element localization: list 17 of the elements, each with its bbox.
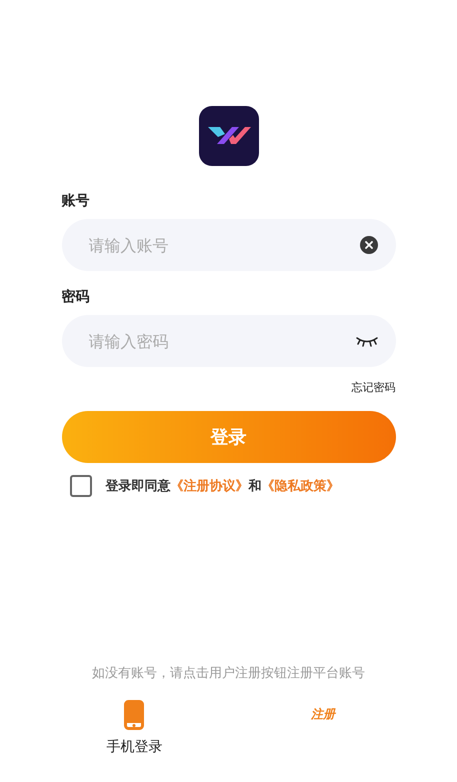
closed-eye-icon[interactable]: [356, 335, 378, 347]
account-field[interactable]: 请输入账号: [62, 219, 396, 271]
login-button[interactable]: 登录: [62, 411, 396, 463]
agreement-text: 登录即同意《注册协议》和《隐私政策》: [106, 478, 340, 495]
phone-login-label[interactable]: 手机登录: [106, 738, 162, 756]
password-field[interactable]: 请输入密码: [62, 315, 396, 367]
app-logo: [198, 106, 258, 166]
forgot-password-link[interactable]: 忘记密码: [352, 380, 396, 395]
phone-icon[interactable]: [124, 700, 144, 730]
password-label: 密码: [62, 288, 90, 306]
register-hint: 如没有账号，请点击用户注册按钮注册平台账号: [92, 665, 365, 682]
clear-icon[interactable]: [360, 236, 378, 254]
account-label: 账号: [62, 192, 90, 210]
agreement-checkbox[interactable]: [70, 475, 92, 497]
privacy-link[interactable]: 《隐私政策》: [262, 479, 340, 494]
terms-link[interactable]: 《注册协议》: [170, 479, 248, 494]
register-button[interactable]: 注册: [310, 706, 335, 723]
